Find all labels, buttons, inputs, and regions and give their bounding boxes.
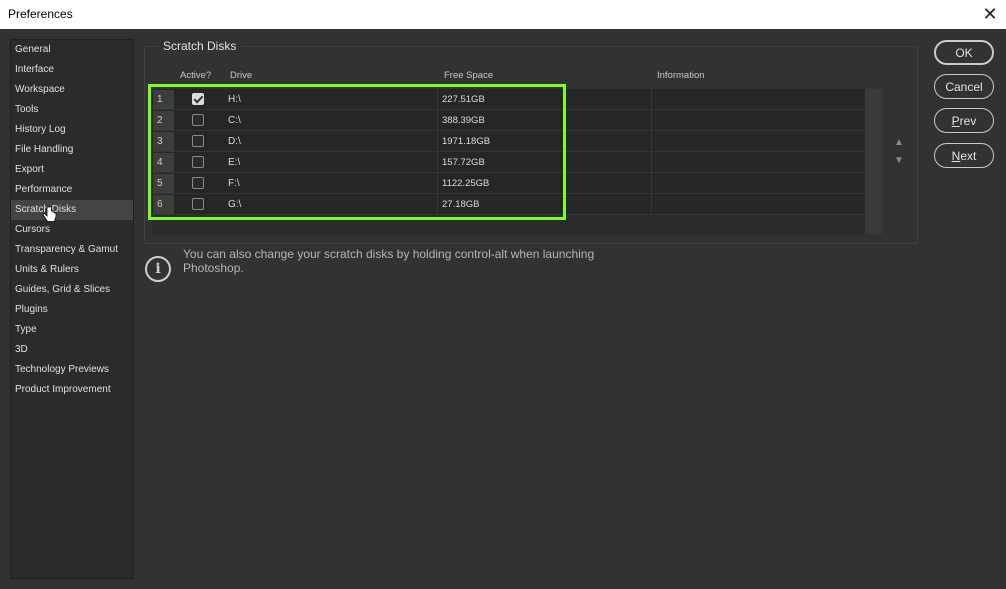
free-space-cell: 388.39GB bbox=[442, 115, 485, 126]
free-space-cell: 1971.18GB bbox=[442, 136, 491, 147]
free-space-cell: 157.72GB bbox=[442, 157, 485, 168]
active-checkbox[interactable] bbox=[192, 177, 204, 189]
column-divider bbox=[437, 194, 438, 215]
sidebar-item-export[interactable]: Export bbox=[11, 160, 133, 180]
sidebar-item-file-handling[interactable]: File Handling bbox=[11, 140, 133, 160]
title-bar: Preferences ✕ bbox=[0, 0, 1006, 29]
table-row[interactable]: 3 D:\ 1971.18GB bbox=[152, 131, 865, 152]
table-row[interactable]: 1 H:\ 227.51GB bbox=[152, 89, 865, 110]
close-icon[interactable]: ✕ bbox=[974, 0, 1006, 29]
sidebar-item-plugins[interactable]: Plugins bbox=[11, 300, 133, 320]
row-number: 2 bbox=[153, 111, 174, 130]
next-button[interactable]: Next bbox=[934, 143, 994, 168]
table-scrollbar[interactable] bbox=[865, 89, 882, 234]
column-divider bbox=[651, 131, 652, 152]
column-divider bbox=[651, 194, 652, 215]
group-title: Scratch Disks bbox=[158, 39, 242, 53]
sidebar-item-3d[interactable]: 3D bbox=[11, 340, 133, 360]
active-checkbox[interactable] bbox=[192, 135, 204, 147]
sidebar-item-scratch-disks[interactable]: Scratch Disks bbox=[11, 200, 133, 220]
prev-button[interactable]: Prev bbox=[934, 108, 994, 133]
ok-button[interactable]: OK bbox=[934, 40, 994, 65]
drive-cell: E:\ bbox=[228, 157, 241, 168]
row-number: 3 bbox=[153, 132, 174, 151]
row-number: 4 bbox=[153, 153, 174, 172]
column-divider bbox=[651, 110, 652, 131]
column-divider bbox=[651, 152, 652, 173]
sidebar-item-history-log[interactable]: History Log bbox=[11, 120, 133, 140]
free-space-cell: 227.51GB bbox=[442, 94, 485, 105]
table-row[interactable]: 5 F:\ 1122.25GB bbox=[152, 173, 865, 194]
sidebar-item-interface[interactable]: Interface bbox=[11, 60, 133, 80]
sidebar-item-workspace[interactable]: Workspace bbox=[11, 80, 133, 100]
sidebar-item-transparency-gamut[interactable]: Transparency & Gamut bbox=[11, 240, 133, 260]
column-header-drive: Drive bbox=[230, 70, 253, 81]
drive-cell: G:\ bbox=[228, 199, 242, 210]
column-divider bbox=[437, 131, 438, 152]
drive-cell: H:\ bbox=[228, 94, 241, 105]
table-row[interactable]: 2 C:\ 388.39GB bbox=[152, 110, 865, 131]
column-header-free-space: Free Space bbox=[444, 70, 494, 81]
column-divider bbox=[437, 173, 438, 194]
hand-cursor-icon bbox=[43, 206, 57, 222]
column-header-information: Information bbox=[657, 70, 705, 81]
move-up-icon[interactable]: ▲ bbox=[894, 137, 904, 148]
column-divider bbox=[437, 89, 438, 110]
info-icon: i bbox=[145, 256, 171, 282]
active-checkbox[interactable] bbox=[192, 114, 204, 126]
sidebar-item-product-improvement[interactable]: Product Improvement bbox=[11, 380, 133, 400]
column-divider bbox=[651, 89, 652, 110]
column-header-active: Active? bbox=[180, 70, 212, 81]
column-divider bbox=[437, 110, 438, 131]
sidebar-item-general[interactable]: General bbox=[11, 40, 133, 60]
drive-cell: C:\ bbox=[228, 115, 241, 126]
active-checkbox[interactable] bbox=[192, 156, 204, 168]
cancel-button[interactable]: Cancel bbox=[934, 74, 994, 99]
sidebar: General Interface Workspace Tools History Lo… bbox=[10, 39, 134, 579]
scratch-disk-table: 1 H:\ 227.51GB 2 C:\ 388.39GB 3 D:\ 1971.18GB 4 E:… bbox=[152, 89, 882, 234]
sidebar-item-tools[interactable]: Tools bbox=[11, 100, 133, 120]
sidebar-item-cursors[interactable]: Cursors bbox=[11, 220, 133, 240]
drive-cell: D:\ bbox=[228, 136, 241, 147]
move-down-icon[interactable]: ▼ bbox=[894, 155, 904, 166]
info-text: You can also change your scratch disks b… bbox=[183, 247, 595, 275]
row-number: 5 bbox=[153, 174, 174, 193]
table-row[interactable]: 6 G:\ 27.18GB bbox=[152, 194, 865, 215]
table-row[interactable]: 4 E:\ 157.72GB bbox=[152, 152, 865, 173]
free-space-cell: 27.18GB bbox=[442, 199, 480, 210]
active-checkbox[interactable] bbox=[192, 198, 204, 210]
free-space-cell: 1122.25GB bbox=[442, 178, 490, 189]
drive-cell: F:\ bbox=[228, 178, 240, 189]
sidebar-item-type[interactable]: Type bbox=[11, 320, 133, 340]
row-number: 6 bbox=[153, 195, 174, 214]
active-checkbox[interactable] bbox=[192, 93, 204, 105]
sidebar-item-units-rulers[interactable]: Units & Rulers bbox=[11, 260, 133, 280]
sidebar-item-guides-grid-slices[interactable]: Guides, Grid & Slices bbox=[11, 280, 133, 300]
sidebar-item-performance[interactable]: Performance bbox=[11, 180, 133, 200]
row-number: 1 bbox=[153, 90, 174, 109]
column-divider bbox=[651, 173, 652, 194]
column-divider bbox=[437, 152, 438, 173]
sidebar-item-technology-previews[interactable]: Technology Previews bbox=[11, 360, 133, 380]
window-title: Preferences bbox=[8, 7, 73, 21]
